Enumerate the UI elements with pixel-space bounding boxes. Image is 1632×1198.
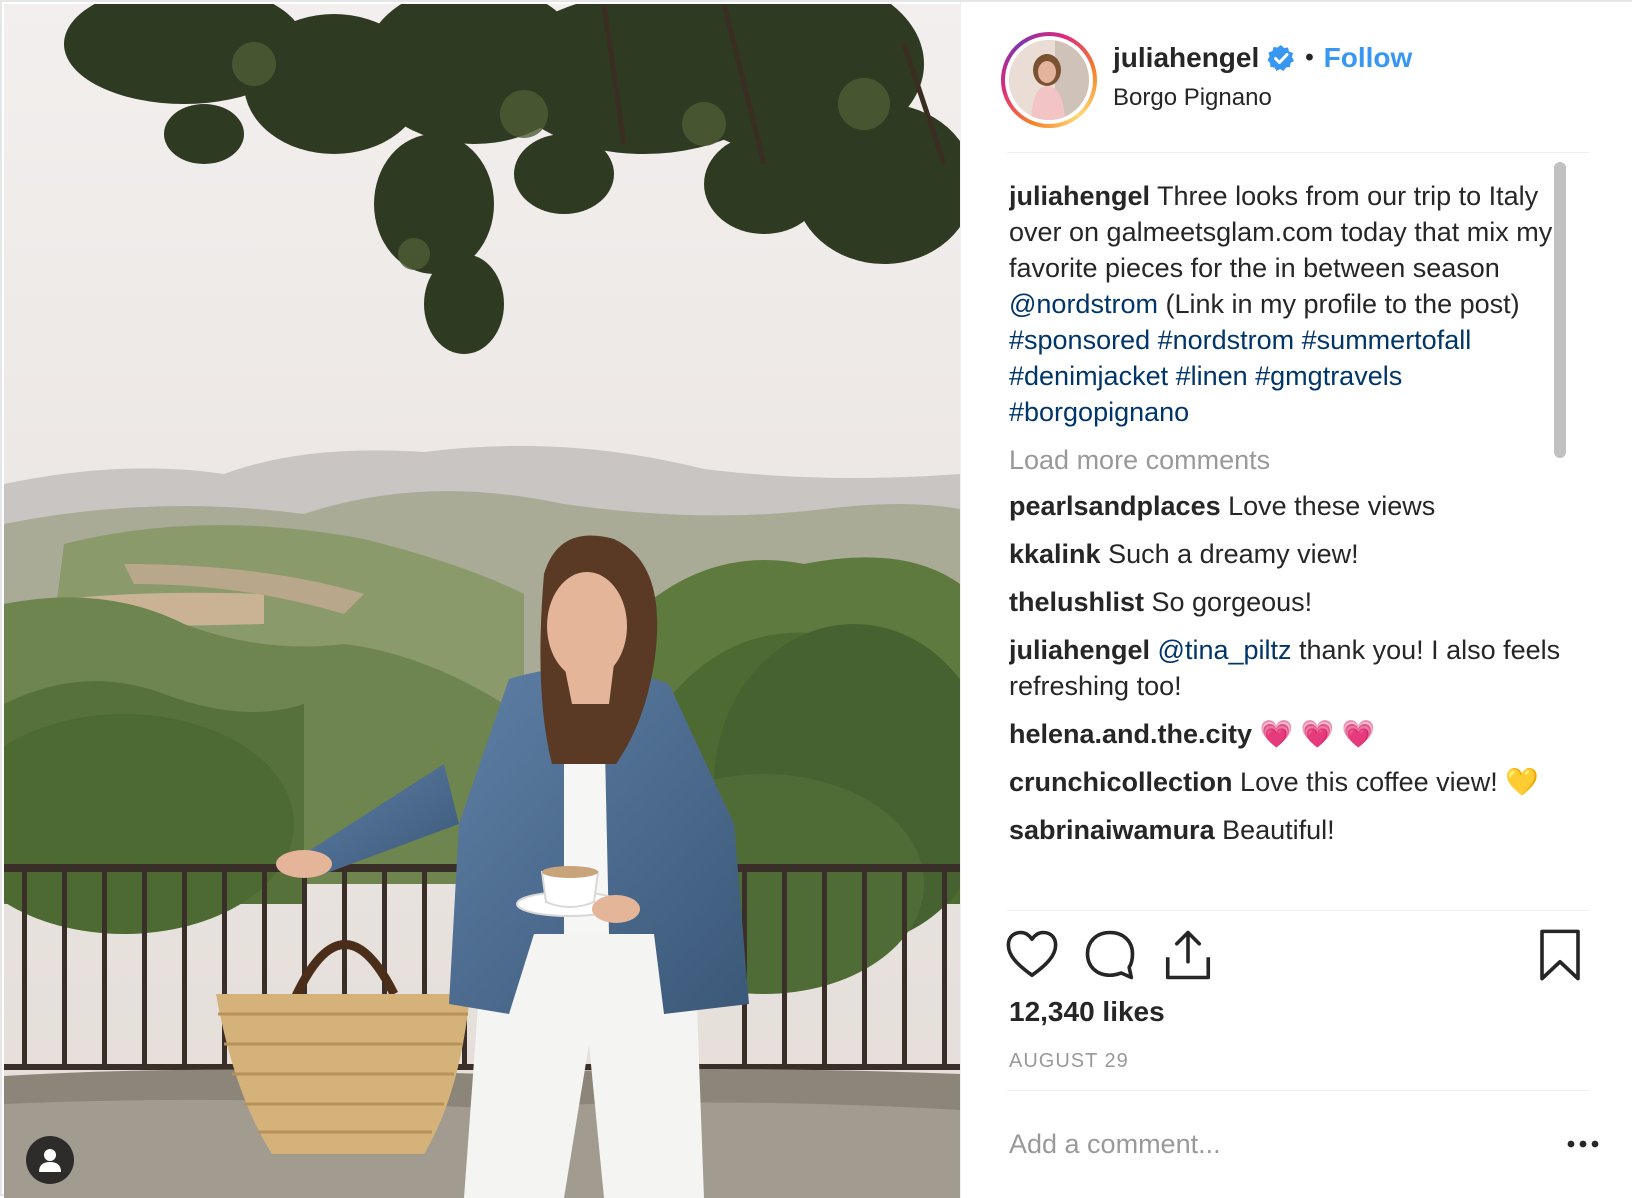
likes-count[interactable]: 12,340 likes (1009, 996, 1165, 1028)
scrollbar-thumb[interactable] (1554, 162, 1566, 458)
comment-bubble-icon[interactable] (1083, 928, 1137, 982)
share-icon[interactable] (1161, 928, 1215, 982)
avatar[interactable] (1001, 32, 1097, 128)
landscape-illustration (4, 4, 960, 1198)
author-username[interactable]: juliahengel (1113, 42, 1259, 74)
header-divider (1007, 152, 1589, 153)
comment-text: 💗 💗 💗 (1252, 719, 1376, 749)
action-bar (961, 916, 1632, 1000)
comment-username[interactable]: juliahengel (1009, 635, 1150, 665)
comment-item: helena.and.the.city 💗 💗 💗 (1009, 716, 1581, 752)
user-tag-icon[interactable] (26, 1136, 74, 1184)
caption-text-2: (Link in my profile to the post) (1157, 289, 1520, 319)
comment-text: Beautiful! (1214, 815, 1335, 845)
more-options-icon[interactable] (1561, 1130, 1605, 1158)
post-caption: juliahengel Three looks from our trip to… (1009, 178, 1581, 430)
comment-username[interactable]: helena.and.the.city (1009, 719, 1252, 749)
comment-item: thelushlist So gorgeous! (1009, 584, 1581, 620)
post-date[interactable]: AUGUST 29 (1009, 1050, 1129, 1073)
comment-text: So gorgeous! (1144, 587, 1313, 617)
post-header: juliahengel • Follow Borgo Pignano (961, 2, 1632, 158)
comment-username[interactable]: thelushlist (1009, 587, 1144, 617)
comment-username[interactable]: crunchicollection (1009, 767, 1233, 797)
comment-username[interactable]: kkalink (1009, 539, 1101, 569)
comment-input-divider (1007, 1090, 1589, 1091)
comment-mention[interactable]: @tina_piltz (1150, 635, 1292, 665)
comment-item: juliahengel @tina_piltz thank you! I als… (1009, 632, 1581, 704)
verified-badge-icon (1267, 45, 1295, 71)
bookmark-icon[interactable] (1533, 928, 1587, 982)
caption-username[interactable]: juliahengel (1009, 181, 1150, 211)
load-more-comments-button[interactable]: Load more comments (1009, 442, 1581, 478)
comments-scrollbar[interactable] (1550, 162, 1568, 892)
follow-button[interactable]: Follow (1324, 42, 1413, 74)
add-comment-input[interactable] (1009, 1122, 1439, 1166)
post-location[interactable]: Borgo Pignano (1113, 84, 1272, 112)
post-modal: juliahengel • Follow Borgo Pignano julia… (0, 0, 1632, 1198)
comment-text: Such a dreamy view! (1100, 539, 1359, 569)
comment-item: pearlsandplaces Love these views (1009, 488, 1581, 524)
comment-username[interactable]: sabrinaiwamura (1009, 815, 1215, 845)
comment-text: Love this coffee view! 💛 (1232, 767, 1539, 797)
comment-item: crunchicollection Love this coffee view!… (1009, 764, 1581, 800)
comments-divider (1007, 910, 1589, 911)
comment-item: kkalink Such a dreamy view! (1009, 536, 1581, 572)
comment-item: sabrinaiwamura Beautiful! (1009, 812, 1581, 848)
comment-text: Love these views (1220, 491, 1436, 521)
follow-separator: • (1305, 44, 1314, 71)
author-row: juliahengel • Follow (1113, 42, 1412, 74)
heart-icon[interactable] (1005, 928, 1059, 982)
comment-username[interactable]: pearlsandplaces (1009, 491, 1221, 521)
post-side-panel: juliahengel • Follow Borgo Pignano julia… (960, 2, 1632, 1198)
comments-list: juliahengel Three looks from our trip to… (1009, 178, 1581, 900)
post-photo[interactable] (4, 4, 960, 1198)
caption-hashtags[interactable]: #sponsored #nordstrom #summertofall #den… (1009, 325, 1471, 427)
caption-mention[interactable]: @nordstrom (1009, 289, 1158, 319)
